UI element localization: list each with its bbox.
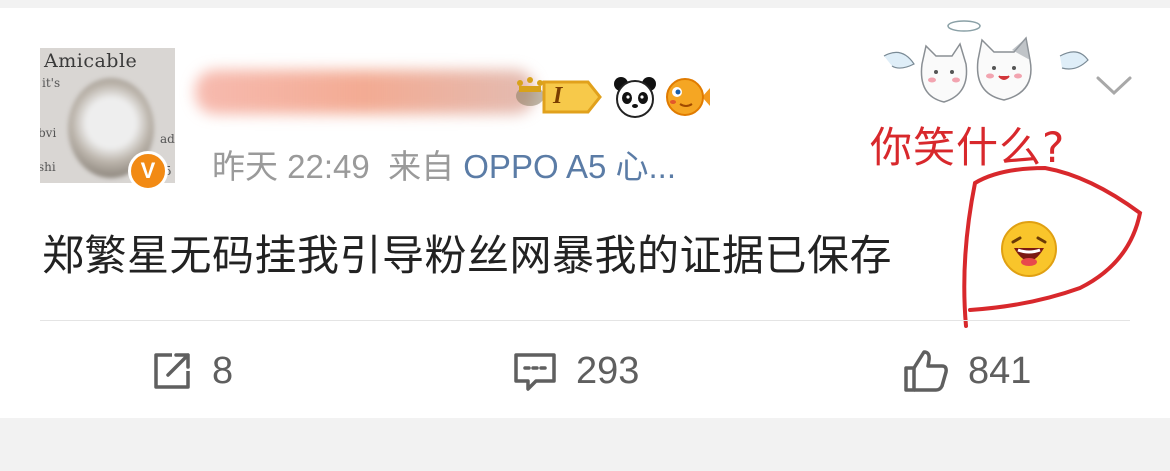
divider xyxy=(40,320,1130,321)
comment-button[interactable]: 293 xyxy=(512,346,639,396)
comment-count: 293 xyxy=(576,349,640,392)
comment-bubble-icon xyxy=(514,353,556,391)
repost-count: 8 xyxy=(212,349,234,392)
repost-button[interactable]: 8 xyxy=(150,346,233,396)
laughing-face-icon xyxy=(1001,221,1057,277)
thumbs-up-icon xyxy=(904,350,948,392)
like-count: 841 xyxy=(968,349,1032,392)
share-square-icon xyxy=(154,353,190,389)
post-text: 郑繁星无码挂我引导粉丝网暴我的证据已保存 xyxy=(42,231,893,280)
like-button[interactable]: 841 xyxy=(902,346,1031,396)
weibo-post-card: Amicable it's bvi ad shi 5 V I 昨天 22:49 … xyxy=(0,8,1170,418)
